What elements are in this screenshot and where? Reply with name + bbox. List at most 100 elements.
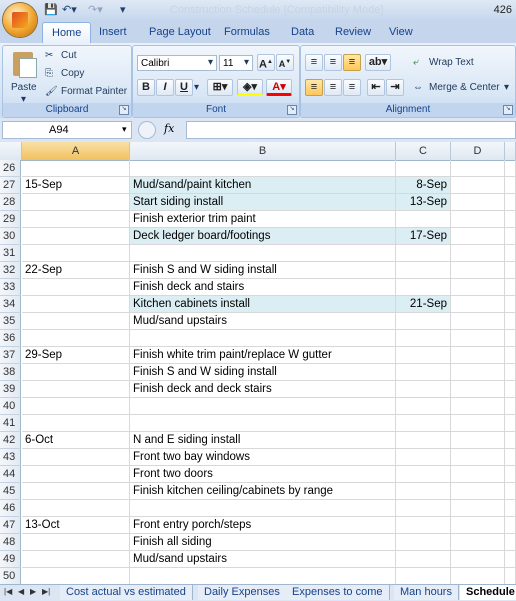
cell-a[interactable] xyxy=(22,398,130,415)
cell-a[interactable] xyxy=(22,194,130,211)
cell-a[interactable] xyxy=(22,228,130,245)
formula-input[interactable] xyxy=(186,121,516,139)
cell-c[interactable] xyxy=(396,262,451,279)
cell-d[interactable] xyxy=(451,449,505,466)
cell-b[interactable]: Finish S and W siding install xyxy=(130,364,396,381)
cell-d[interactable] xyxy=(451,364,505,381)
row-header[interactable]: 32 xyxy=(0,262,21,279)
sheet-tab-cost-actual[interactable]: Cost actual vs estimated xyxy=(60,585,193,600)
row-header[interactable]: 26 xyxy=(0,160,21,177)
cell-e[interactable] xyxy=(505,330,516,347)
cell-c[interactable] xyxy=(396,211,451,228)
cell-a[interactable] xyxy=(22,534,130,551)
cell-e[interactable] xyxy=(505,296,516,313)
next-sheet-icon[interactable]: ▶ xyxy=(30,587,36,596)
cell-b[interactable]: Finish exterior trim paint xyxy=(130,211,396,228)
cell-b[interactable]: N and E siding install xyxy=(130,432,396,449)
cell-d[interactable] xyxy=(451,313,505,330)
cell-d[interactable] xyxy=(451,279,505,296)
chevron-down-icon[interactable]: ▾ xyxy=(122,124,127,135)
cell-d[interactable] xyxy=(451,500,505,517)
fill-color-icon[interactable]: ◈▾ xyxy=(237,79,263,96)
name-box[interactable]: A94 xyxy=(2,121,132,139)
cell-c[interactable] xyxy=(396,364,451,381)
cell-e[interactable] xyxy=(505,211,516,228)
cell-b[interactable] xyxy=(130,415,396,432)
cut-button[interactable]: Cut xyxy=(61,50,77,61)
row-header[interactable]: 27 xyxy=(0,177,21,194)
decrease-indent-icon[interactable]: ⇤ xyxy=(367,79,385,96)
align-right-icon[interactable]: ≡ xyxy=(343,79,361,96)
row-header[interactable]: 48 xyxy=(0,534,21,551)
cell-e[interactable] xyxy=(505,432,516,449)
cell-a[interactable]: 29-Sep xyxy=(22,347,130,364)
cell-a[interactable] xyxy=(22,330,130,347)
cell-c[interactable]: 21-Sep xyxy=(396,296,451,313)
wrap-text-button[interactable]: Wrap Text xyxy=(429,57,474,68)
cell-e[interactable] xyxy=(505,449,516,466)
cell-a[interactable] xyxy=(22,483,130,500)
column-header-c[interactable]: C xyxy=(396,142,451,160)
column-header-e[interactable] xyxy=(505,142,516,160)
cell-d[interactable] xyxy=(451,381,505,398)
cell-a[interactable] xyxy=(22,364,130,381)
cell-b[interactable]: Finish kitchen ceiling/cabinets by range xyxy=(130,483,396,500)
tab-insert[interactable]: Insert xyxy=(90,22,136,43)
cell-b[interactable]: Finish deck and stairs xyxy=(130,279,396,296)
row-header[interactable]: 42 xyxy=(0,432,21,449)
row-header[interactable]: 46 xyxy=(0,500,21,517)
cell-d[interactable] xyxy=(451,330,505,347)
cell-e[interactable] xyxy=(505,364,516,381)
cell-a[interactable] xyxy=(22,568,130,584)
align-bottom-icon[interactable]: ≡ xyxy=(343,54,361,71)
save-icon[interactable]: 💾 xyxy=(44,3,58,19)
cell-d[interactable] xyxy=(451,160,505,177)
cell-a[interactable] xyxy=(22,211,130,228)
cell-d[interactable] xyxy=(451,483,505,500)
row-header[interactable]: 44 xyxy=(0,466,21,483)
cell-a[interactable] xyxy=(22,296,130,313)
row-header[interactable]: 39 xyxy=(0,381,21,398)
cell-c[interactable] xyxy=(396,381,451,398)
orientation-icon[interactable]: ab▾ xyxy=(365,54,391,71)
prev-sheet-icon[interactable]: ◀ xyxy=(18,587,24,596)
cell-c[interactable] xyxy=(396,279,451,296)
sheet-tab-daily-expenses[interactable]: Daily Expenses xyxy=(198,585,287,600)
cell-e[interactable] xyxy=(505,398,516,415)
cell-b[interactable]: Finish deck and deck stairs xyxy=(130,381,396,398)
cell-c[interactable] xyxy=(396,415,451,432)
cell-b[interactable]: Mud/sand/paint kitchen xyxy=(130,177,396,194)
cell-e[interactable] xyxy=(505,228,516,245)
cell-e[interactable] xyxy=(505,279,516,296)
cell-d[interactable] xyxy=(451,177,505,194)
cell-e[interactable] xyxy=(505,500,516,517)
cell-b[interactable]: Mud/sand upstairs xyxy=(130,313,396,330)
insert-function-button[interactable]: fx xyxy=(164,122,174,135)
cell-d[interactable] xyxy=(451,432,505,449)
cell-b[interactable]: Front two doors xyxy=(130,466,396,483)
cell-c[interactable] xyxy=(396,500,451,517)
cell-b[interactable]: Kitchen cabinets install xyxy=(130,296,396,313)
cell-b[interactable]: Front two bay windows xyxy=(130,449,396,466)
cell-b[interactable]: Start siding install xyxy=(130,194,396,211)
align-middle-icon[interactable]: ≡ xyxy=(324,54,342,71)
first-sheet-icon[interactable]: |◀ xyxy=(4,587,12,596)
grow-font-icon[interactable]: A▲ xyxy=(257,54,275,71)
cell-c[interactable] xyxy=(396,534,451,551)
cell-e[interactable] xyxy=(505,262,516,279)
cell-b[interactable] xyxy=(130,245,396,262)
cell-a[interactable] xyxy=(22,415,130,432)
cell-b[interactable] xyxy=(130,500,396,517)
cell-e[interactable] xyxy=(505,194,516,211)
cell-c[interactable] xyxy=(396,398,451,415)
cell-b[interactable]: Finish all siding xyxy=(130,534,396,551)
cell-a[interactable] xyxy=(22,466,130,483)
paste-button[interactable]: Paste xyxy=(11,82,37,93)
column-header-a[interactable]: A xyxy=(22,142,130,160)
cell-c[interactable] xyxy=(396,449,451,466)
select-all-corner[interactable] xyxy=(0,142,22,160)
cell-e[interactable] xyxy=(505,347,516,364)
align-top-icon[interactable]: ≡ xyxy=(305,54,323,71)
row-header[interactable]: 43 xyxy=(0,449,21,466)
underline-button[interactable]: U xyxy=(175,79,193,96)
